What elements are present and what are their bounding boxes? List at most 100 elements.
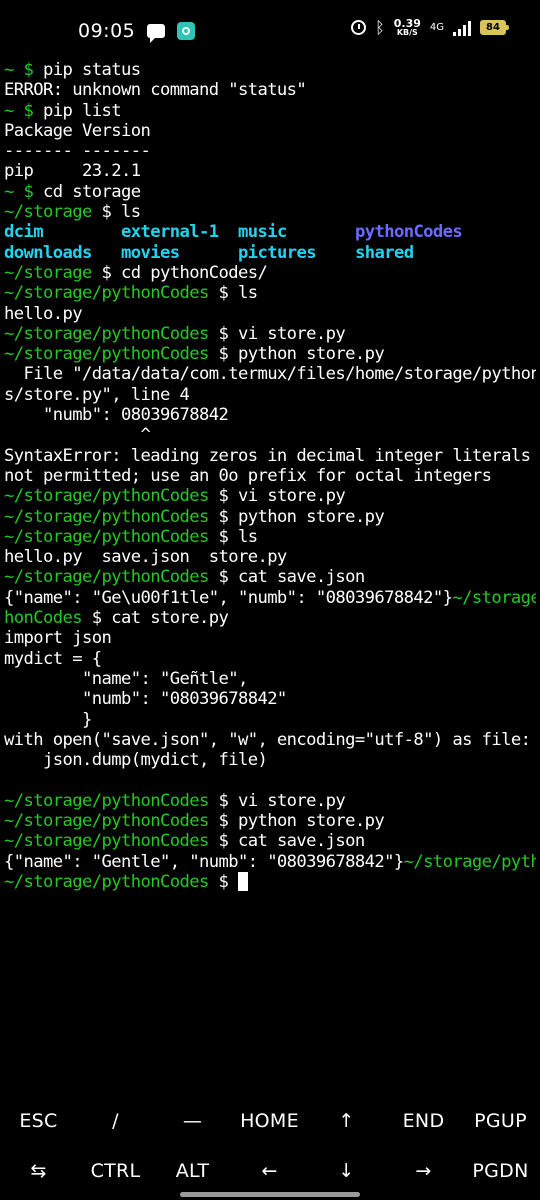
terminal-prompt-path: ~/storage/pyt (452, 587, 536, 608)
terminal-line: ~/storage/pythonCodes $ cat save.json (4, 831, 536, 851)
terminal-text: $ vi store.py (218, 323, 346, 344)
terminal-prompt-path: ~ $ (4, 100, 43, 121)
network-speed: 0.39 KB/S (394, 18, 421, 37)
terminal-prompt-path: ~/storage/pythonCodes (4, 283, 219, 304)
terminal-line: not permitted; use an 0o prefix for octa… (4, 466, 536, 486)
terminal-text: SyntaxError: leading zeros in decimal in… (4, 445, 536, 466)
terminal-text: "name": "Geñtle", (4, 668, 248, 689)
terminal-text: dcim (4, 222, 121, 243)
terminal-line: ~/storage/pythonCodes $ python store.py (4, 344, 536, 364)
key-pgup[interactable]: PGUP (462, 1110, 539, 1132)
terminal-text: {"name": "Gentle", "numb": "08039678842"… (4, 851, 404, 872)
terminal-line: ~/storage/pythonCodes $ ls (4, 283, 536, 303)
terminal-text: ERROR: unknown command "status" (4, 80, 307, 101)
gesture-nav-handle[interactable] (180, 1192, 360, 1197)
key-alt[interactable]: ALT (154, 1160, 231, 1182)
terminal-text: pip status (43, 60, 141, 80)
terminal-text: mydict = { (4, 648, 102, 669)
terminal-text: ^ (4, 425, 151, 446)
key-end[interactable]: END (385, 1110, 462, 1132)
status-bar-right: ᛒ 0.39 KB/S 4G 84 (351, 18, 509, 37)
key-arrow-up[interactable]: ↑ (308, 1110, 385, 1132)
terminal-line: ~/storage $ cd pythonCodes/ (4, 263, 536, 283)
terminal-text: pip 23.2.1 (4, 161, 141, 182)
key-arrow-right[interactable]: → (385, 1160, 462, 1182)
extra-keys-bar: ESC / — HOME ↑ END PGUP ⇆ CTRL ALT ← ↓ →… (0, 1096, 540, 1196)
terminal-line: pip 23.2.1 (4, 161, 536, 181)
terminal-line: ~/storage/pythonCodes $ vi store.py (4, 486, 536, 506)
terminal-line: hello.py save.json store.py (4, 547, 536, 567)
key-ctrl[interactable]: CTRL (77, 1160, 154, 1182)
terminal-prompt-path: ~/storage/pythonCodes (4, 344, 219, 365)
terminal-line: Package Version (4, 121, 536, 141)
key-home[interactable]: HOME (231, 1110, 308, 1132)
terminal-text: $ vi store.py (218, 486, 346, 507)
terminal-text: pip list (43, 100, 122, 121)
terminal-line: json.dump(mydict, file) (4, 750, 536, 770)
status-time: 09:05 (78, 20, 136, 42)
terminal-line: ~ $ pip list (4, 101, 536, 121)
terminal-prompt-path: ~/storage/pythonCodes (4, 831, 219, 852)
alarm-icon (351, 20, 367, 35)
key-arrow-left[interactable]: ← (231, 1160, 308, 1182)
terminal-text: pythonCodes (354, 222, 463, 243)
terminal-text: external-1 (120, 222, 238, 243)
terminal-text: json.dump(mydict, file) (4, 750, 268, 771)
key-esc[interactable]: ESC (0, 1110, 77, 1132)
terminal-line: ~/storage/pythonCodes $ python store.py (4, 811, 536, 831)
terminal-line: s/store.py", line 4 (4, 385, 536, 405)
terminal-output[interactable]: ~ $ pip status ERROR: unknown command "st… (4, 60, 536, 892)
terminal-text: ------- ------- (4, 141, 151, 162)
terminal-line: hello.py (4, 304, 536, 324)
extra-keys-row-2: ⇆ CTRL ALT ← ↓ → PGDN (0, 1146, 540, 1196)
terminal-line: "numb": "08039678842" (4, 689, 536, 709)
terminal-text: } (4, 709, 92, 730)
terminal-prompt-path: ~ $ (4, 60, 43, 80)
terminal-line: ~/storage/pythonCodes $ python store.py (4, 507, 536, 527)
terminal-prompt-path: ~/storage/pythonCodes (4, 526, 219, 547)
terminal-text: pictures (237, 242, 355, 263)
terminal-line: ^ (4, 425, 536, 445)
terminal-prompt-path: ~/storage/pythonCodes (4, 790, 219, 811)
terminal-prompt-path: ~/storage (4, 202, 102, 223)
terminal-line: mydict = { (4, 649, 536, 669)
terminal-text: {"name": "Ge\u00f1tle", "numb": "0803967… (4, 587, 453, 608)
terminal-prompt-path: ~/storage/pythonCodes (4, 567, 219, 588)
status-bar-left: 09:05 (78, 20, 196, 43)
terminal-line: ~/storage/pythonCodes $ vi store.py (4, 791, 536, 811)
terminal-prompt-path: ~/storage/pythonCodes (4, 486, 219, 507)
terminal-prompt-path: ~/storage/pythonCodes (4, 871, 219, 892)
battery-icon: 84 (480, 20, 509, 35)
terminal-text: downloads (4, 242, 121, 263)
terminal-line: ~ $ pip status (4, 60, 536, 80)
terminal-text: movies (120, 242, 238, 263)
terminal-line: ------- ------- (4, 141, 536, 161)
terminal-line: ~ $ cd storage (4, 182, 536, 202)
key-pgdn[interactable]: PGDN (462, 1160, 539, 1182)
terminal-line: "numb": 08039678842 (4, 405, 536, 425)
terminal-line: } (4, 710, 536, 730)
terminal-text: $ cat save.json (218, 831, 365, 852)
key-dash[interactable]: — (154, 1110, 231, 1132)
terminal-text: $ vi store.py (218, 790, 346, 811)
terminal-text: hello.py save.json store.py (4, 547, 287, 568)
terminal-text: $ cat save.json (218, 567, 365, 588)
terminal-text: $ ls (218, 526, 258, 547)
terminal-line: ~/storage/pythonCodes $ ls (4, 527, 536, 547)
terminal-line: {"name": "Gentle", "numb": "08039678842"… (4, 852, 536, 872)
terminal-line: dcim external-1 music pythonCodes (4, 222, 536, 242)
key-slash[interactable]: / (77, 1110, 154, 1132)
key-tab-icon[interactable]: ⇆ (0, 1160, 77, 1182)
terminal-text: music (237, 222, 355, 243)
terminal-line: ~/storage/pythonCodes $ cat save.json (4, 567, 536, 587)
key-arrow-down[interactable]: ↓ (308, 1160, 385, 1182)
terminal-line: ERROR: unknown command "status" (4, 80, 536, 100)
terminal-line: {"name": "Ge\u00f1tle", "numb": "0803967… (4, 588, 536, 608)
terminal-text: hello.py (4, 303, 83, 324)
terminal-text: not permitted; use an 0o prefix for octa… (4, 465, 492, 486)
terminal-prompt-path: ~/storage/pythonCodes (4, 810, 219, 831)
terminal-text: cd storage (43, 181, 141, 202)
terminal-line: File "/data/data/com.termux/files/home/s… (4, 364, 536, 384)
signal-icon (453, 20, 471, 36)
